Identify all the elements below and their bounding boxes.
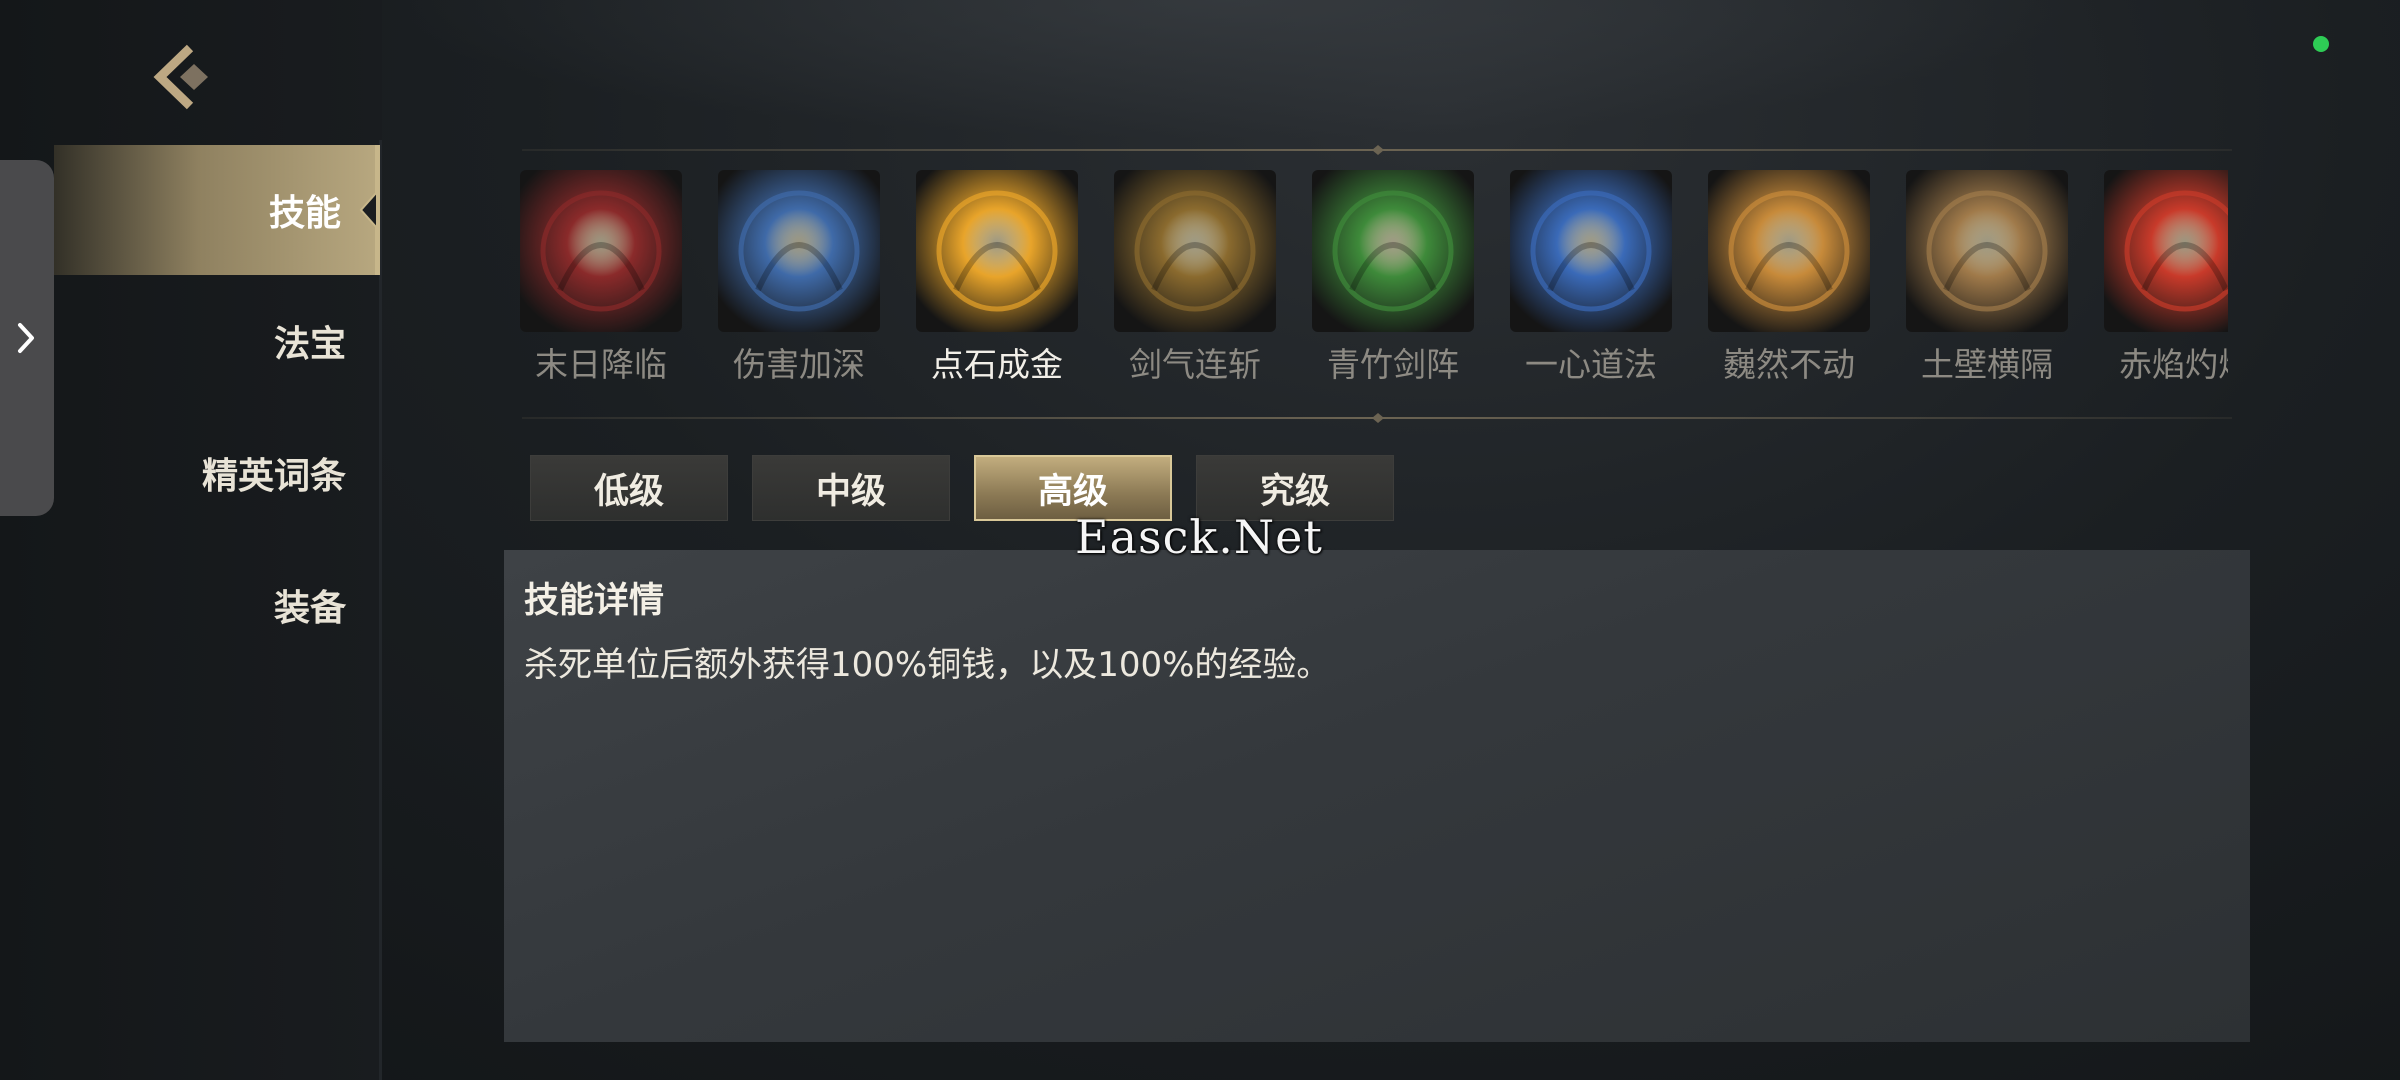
online-status-dot xyxy=(2313,36,2329,52)
tier-label: 中级 xyxy=(815,471,886,512)
skill-item[interactable]: 伤害加深 xyxy=(718,170,880,386)
flame-dragon-icon xyxy=(2104,170,2228,332)
skill-name: 剑气连斩 xyxy=(1129,345,1261,384)
skill-item[interactable]: 末日降临 xyxy=(520,170,682,386)
skill-list: 末日降临 伤害加深 点石成金 剑气连斩 青竹剑阵 一心道法 巍然不动 土壁横隔 赤焰灼烧 xyxy=(520,170,2228,390)
skill-item[interactable]: 巍然不动 xyxy=(1708,170,1870,386)
tier-label: 高级 xyxy=(1037,471,1108,512)
sidebar-item-skills[interactable]: 技能 xyxy=(54,145,380,275)
sidebar-item-label: 技能 xyxy=(268,193,341,234)
golden-seal-icon xyxy=(1708,170,1870,332)
crystal-shield-icon xyxy=(1510,170,1672,332)
skill-item[interactable]: 土壁横隔 xyxy=(1906,170,2068,386)
sword-slash-icon xyxy=(1114,170,1276,332)
details-description: 杀死单位后额外获得100%铜钱，以及100%的经验。 xyxy=(524,645,1331,685)
skill-name: 青竹剑阵 xyxy=(1327,345,1459,384)
back-button[interactable] xyxy=(150,44,216,110)
golden-vortex-icon xyxy=(916,170,1078,332)
skill-name: 赤焰灼烧 xyxy=(2119,345,2228,384)
active-indicator-icon xyxy=(359,192,377,228)
drawer-toggle-button[interactable] xyxy=(0,160,54,516)
back-arrow-icon xyxy=(153,44,208,110)
sidebar: 技能 法宝 精英词条 装备 xyxy=(0,0,382,1080)
skill-item[interactable]: 剑气连斩 xyxy=(1114,170,1276,386)
sidebar-item-label: 法宝 xyxy=(273,324,346,365)
skill-item[interactable]: 青竹剑阵 xyxy=(1312,170,1474,386)
skill-name: 点石成金 xyxy=(931,345,1063,384)
details-title: 技能详情 xyxy=(524,581,665,621)
skill-name: 末日降临 xyxy=(535,345,667,384)
tier-tab-mid[interactable]: 中级 xyxy=(752,455,950,521)
skill-item[interactable]: 一心道法 xyxy=(1510,170,1672,386)
tier-label: 究级 xyxy=(1259,471,1330,512)
doom-orb-icon xyxy=(520,170,682,332)
sidebar-item-elite-affix[interactable]: 精英词条 xyxy=(54,408,380,538)
bamboo-sword-icon xyxy=(1312,170,1474,332)
tier-tab-low[interactable]: 低级 xyxy=(530,455,728,521)
ornament-icon xyxy=(1352,413,1404,423)
skill-name: 土壁横隔 xyxy=(1921,345,2053,384)
skill-item[interactable]: 赤焰灼烧 xyxy=(2104,170,2228,386)
skill-details-panel: 技能详情 杀死单位后额外获得100%铜钱，以及100%的经验。 xyxy=(504,550,2250,1042)
skill-name: 巍然不动 xyxy=(1723,345,1855,384)
skill-name: 一心道法 xyxy=(1525,345,1657,384)
sidebar-item-equipment[interactable]: 装备 xyxy=(54,540,380,670)
earth-wall-icon xyxy=(1906,170,2068,332)
sidebar-item-label: 精英词条 xyxy=(201,456,346,497)
top-glow xyxy=(380,0,2080,140)
watermark-text: Easck.Net xyxy=(1075,510,1323,564)
meditating-figure-icon xyxy=(718,170,880,332)
skill-name: 伤害加深 xyxy=(733,345,865,384)
skill-item[interactable]: 点石成金 xyxy=(916,170,1078,386)
chevron-right-icon xyxy=(18,323,34,353)
ornament-icon xyxy=(1352,145,1404,155)
sidebar-item-treasure[interactable]: 法宝 xyxy=(54,276,380,406)
tier-label: 低级 xyxy=(593,471,664,512)
sidebar-item-label: 装备 xyxy=(273,588,346,629)
